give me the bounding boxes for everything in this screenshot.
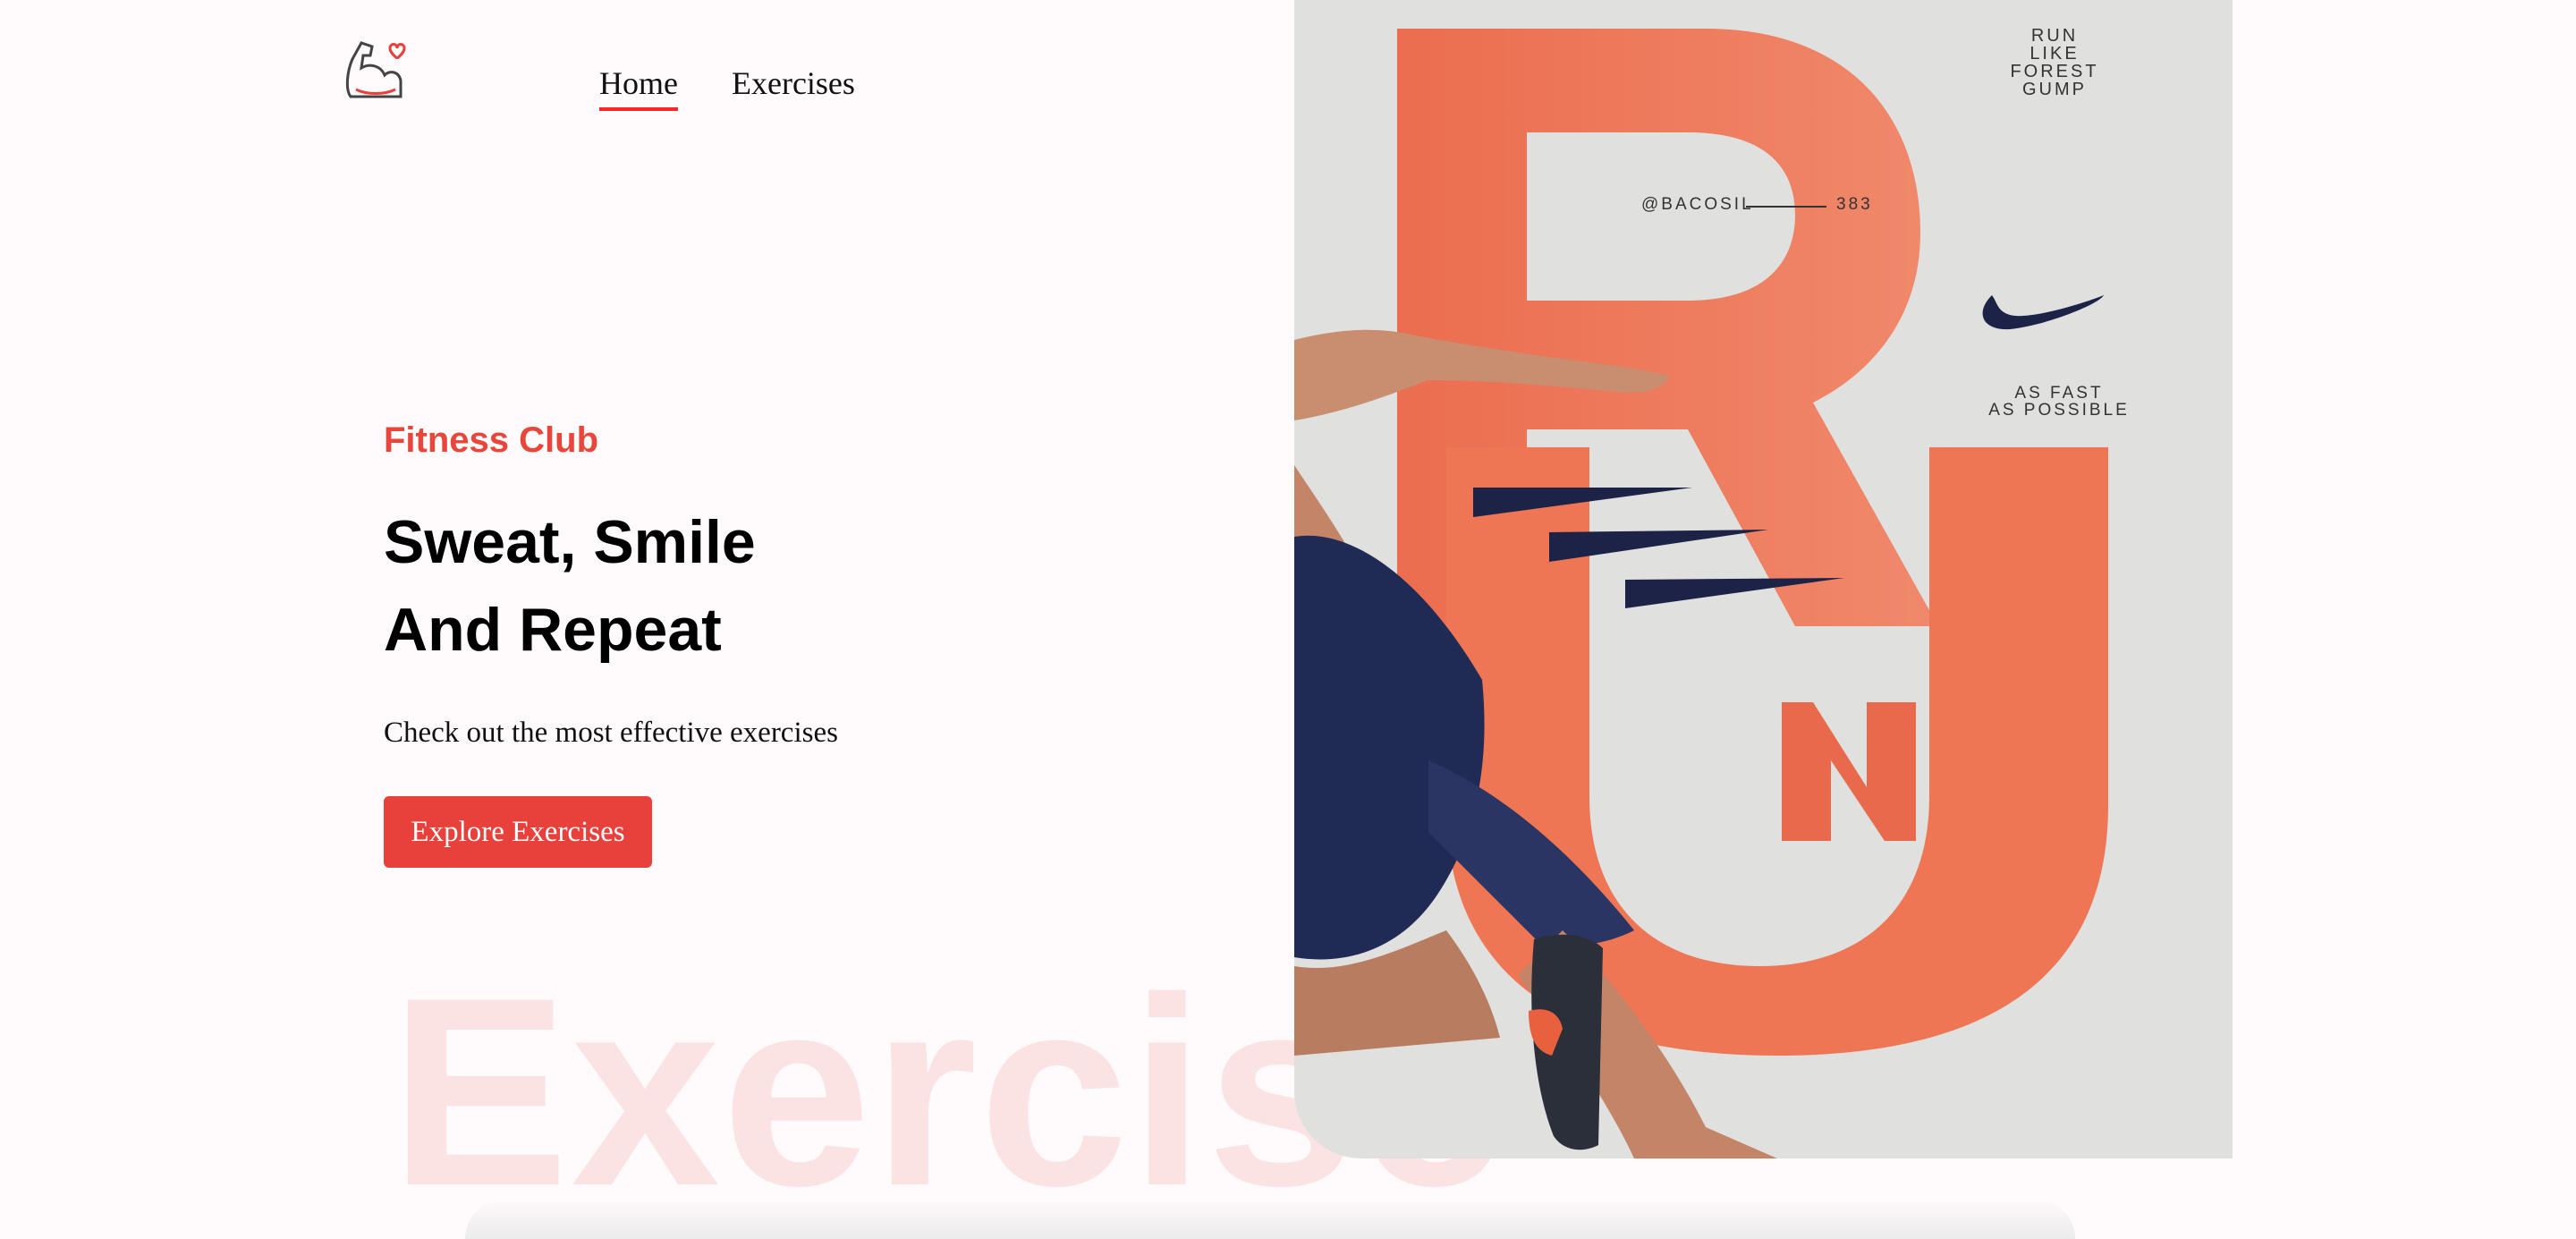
hero-section: Fitness Club Sweat, Smile And Repeat Che…	[384, 420, 1010, 868]
main-nav: Home Exercises	[599, 64, 855, 111]
nav-link-home[interactable]: Home	[599, 64, 678, 111]
poster-run-line-4: GUMP	[2022, 80, 2087, 99]
headline-line-2: And Repeat	[384, 596, 722, 664]
poster-run-line-2: LIKE	[2029, 44, 2080, 64]
hero-eyebrow: Fitness Club	[384, 420, 599, 460]
hero-subtitle: Check out the most effective exercises	[384, 717, 838, 749]
poster-run-text: RUN LIKE FOREST GUMP	[1974, 27, 2135, 98]
hero-banner-image: RUN LIKE FOREST GUMP @BACOSIL 383 AS FAS…	[1294, 0, 2233, 1158]
poster-number: 383	[1836, 195, 1873, 214]
hero-headline: Sweat, Smile And Repeat	[384, 498, 1010, 674]
poster-handle: @BACOSIL	[1641, 195, 1754, 214]
section-divider	[465, 1199, 2075, 1239]
nav-link-exercises[interactable]: Exercises	[732, 64, 855, 111]
poster-tagline: AS FAST AS POSSIBLE	[1956, 385, 2162, 419]
headline-line-1: Sweat, Smile	[384, 508, 756, 576]
run-poster-graphic	[1294, 29, 2108, 1158]
poster-tagline-line-1: AS FAST	[2014, 384, 2104, 403]
poster-run-line-3: FOREST	[2010, 62, 2099, 81]
logo-icon[interactable]	[340, 36, 411, 107]
poster-tagline-line-2: AS POSSIBLE	[1988, 401, 2130, 420]
explore-exercises-button[interactable]: Explore Exercises	[384, 796, 652, 868]
poster-run-line-1: RUN	[2030, 26, 2079, 46]
